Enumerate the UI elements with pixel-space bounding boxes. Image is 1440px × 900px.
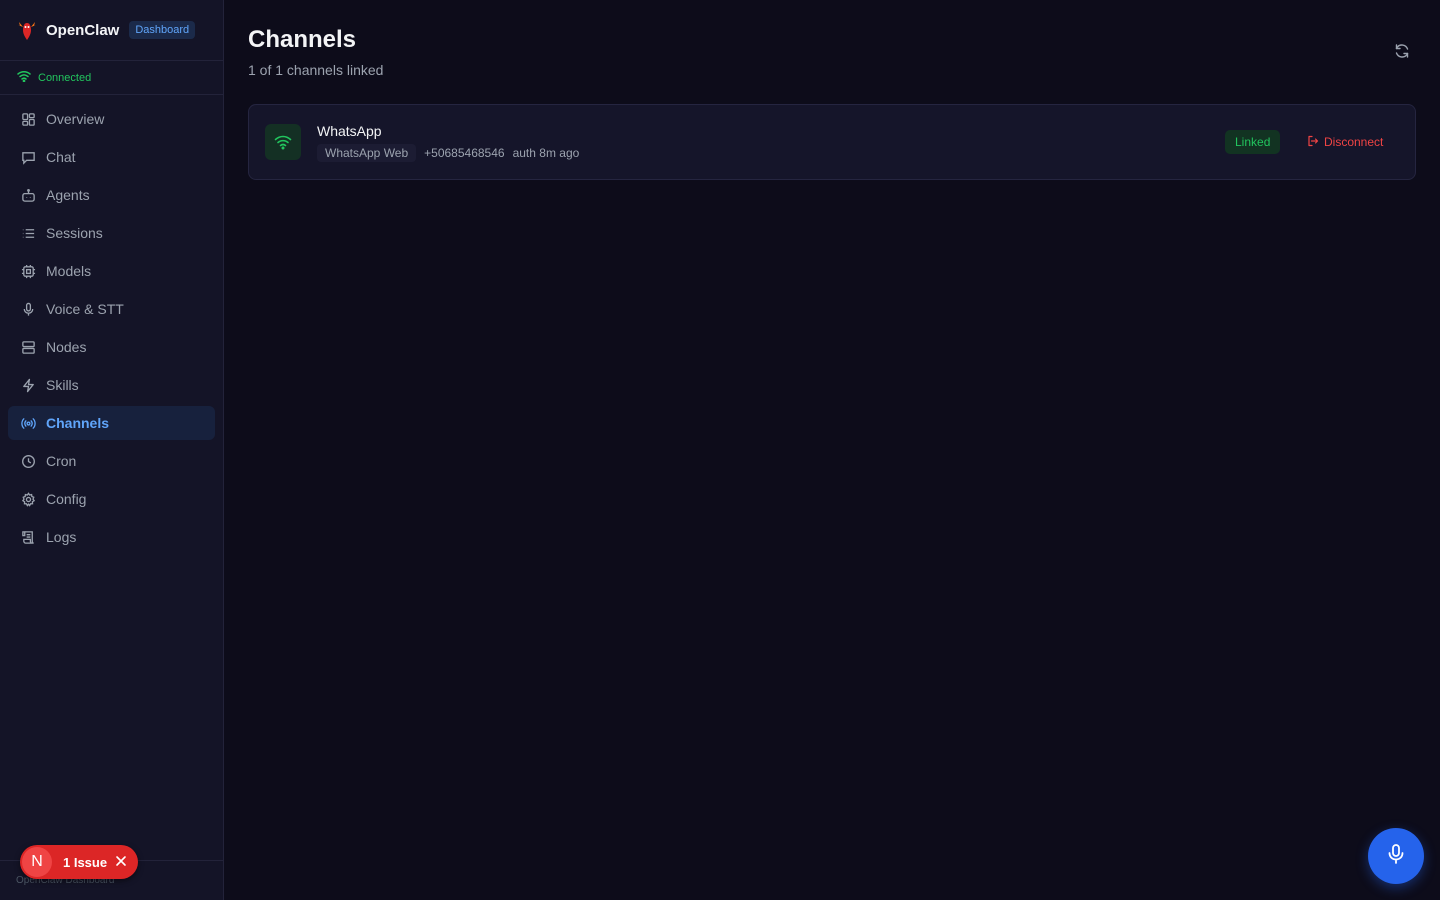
channel-type-tag: WhatsApp Web	[317, 144, 417, 162]
connection-status: Connected	[0, 61, 223, 95]
sidebar-item-label: Skills	[46, 377, 79, 393]
disconnect-button[interactable]: Disconnect	[1307, 130, 1383, 154]
main-content: Channels 1 of 1 channels linked WhatsApp…	[224, 0, 1440, 900]
clock-icon	[20, 453, 36, 469]
server-icon	[20, 339, 36, 355]
sidebar-item-voice[interactable]: Voice & STT	[8, 292, 215, 326]
page-title: Channels	[248, 26, 357, 53]
issue-avatar: N	[22, 847, 52, 877]
sidebar: OpenClaw Dashboard Connected Overview Ch…	[0, 0, 224, 900]
chat-icon	[20, 149, 36, 165]
sidebar-item-label: Chat	[46, 149, 76, 165]
lobster-icon	[17, 19, 37, 41]
sidebar-item-logs[interactable]: Logs	[8, 520, 215, 554]
channel-auth-time: auth 8m ago	[512, 146, 580, 160]
sidebar-item-skills[interactable]: Skills	[8, 368, 215, 402]
status-badge: Linked	[1225, 130, 1281, 154]
sidebar-item-agents[interactable]: Agents	[8, 178, 215, 212]
close-icon[interactable]	[115, 854, 127, 870]
channel-card: WhatsApp WhatsApp Web +50685468546 auth …	[248, 104, 1416, 180]
grid-icon	[20, 111, 36, 127]
brand-badge: Dashboard	[129, 21, 196, 39]
sidebar-item-label: Sessions	[46, 225, 103, 241]
page-subtitle: 1 of 1 channels linked	[248, 62, 384, 78]
sidebar-item-label: Channels	[46, 415, 110, 431]
channel-meta: WhatsApp Web +50685468546 auth 8m ago	[317, 144, 579, 162]
sidebar-item-label: Config	[46, 491, 87, 507]
sidebar-item-overview[interactable]: Overview	[8, 102, 215, 136]
sidebar-item-label: Nodes	[46, 339, 87, 355]
sidebar-item-chat[interactable]: Chat	[8, 140, 215, 174]
sidebar-item-sessions[interactable]: Sessions	[8, 216, 215, 250]
wifi-icon	[265, 124, 301, 160]
sidebar-item-nodes[interactable]: Nodes	[8, 330, 215, 364]
brand-name: OpenClaw	[46, 21, 120, 39]
sidebar-item-cron[interactable]: Cron	[8, 444, 215, 478]
channel-name: WhatsApp	[317, 123, 382, 139]
sidebar-item-label: Cron	[46, 453, 77, 469]
sidebar-item-label: Agents	[46, 187, 90, 203]
bot-icon	[20, 187, 36, 203]
voice-input-button[interactable]	[1368, 828, 1424, 884]
mic-icon	[1386, 843, 1406, 870]
wifi-icon	[17, 69, 31, 87]
mic-icon	[20, 301, 36, 317]
issue-label: 1 Issue	[63, 854, 108, 870]
sidebar-item-config[interactable]: Config	[8, 482, 215, 516]
refresh-icon[interactable]	[1394, 43, 1412, 61]
sidebar-nav: Overview Chat Agents Sessions Models Voi…	[0, 95, 223, 554]
cpu-icon	[20, 263, 36, 279]
list-icon	[20, 225, 36, 241]
sidebar-item-label: Models	[46, 263, 92, 279]
sidebar-item-models[interactable]: Models	[8, 254, 215, 288]
brand-header: OpenClaw Dashboard	[0, 0, 223, 61]
issue-indicator[interactable]: N 1 Issue	[20, 845, 138, 879]
radio-icon	[20, 415, 36, 431]
sidebar-item-label: Logs	[46, 529, 77, 545]
gear-icon	[20, 491, 36, 507]
sidebar-item-label: Voice & STT	[46, 301, 124, 317]
disconnect-label: Disconnect	[1324, 135, 1384, 149]
channel-phone: +50685468546	[424, 146, 505, 160]
sidebar-item-channels[interactable]: Channels	[8, 406, 215, 440]
scroll-icon	[20, 529, 36, 545]
bolt-icon	[20, 377, 36, 393]
connection-label: Connected	[38, 71, 92, 84]
logout-icon	[1307, 135, 1319, 150]
sidebar-item-label: Overview	[46, 111, 105, 127]
